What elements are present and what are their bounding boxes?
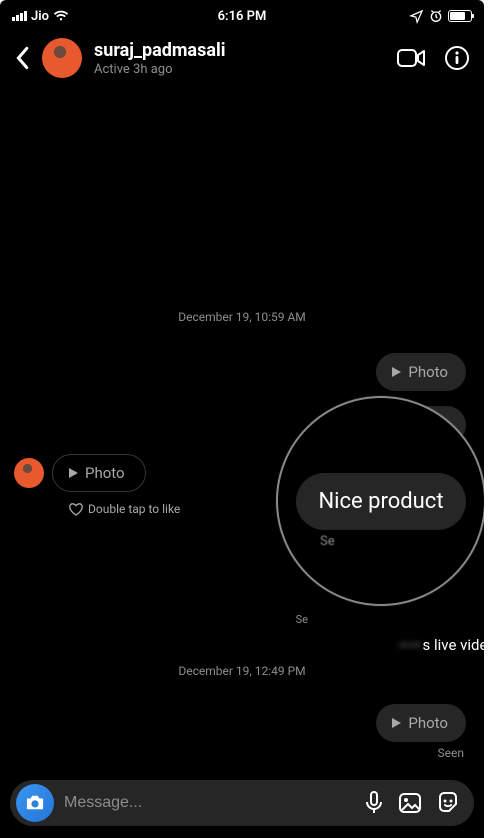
- image-icon: [398, 792, 422, 814]
- play-icon: [390, 366, 402, 378]
- back-button[interactable]: [14, 46, 30, 70]
- info-button[interactable]: [444, 45, 470, 71]
- heart-icon: [68, 502, 84, 516]
- alarm-icon: [428, 8, 444, 24]
- bubble-label: Photo: [408, 363, 448, 381]
- incoming-row: Photo: [14, 454, 146, 492]
- video-call-button[interactable]: [396, 47, 426, 69]
- incoming-photo-bubble[interactable]: Photo: [52, 454, 146, 492]
- play-icon: [390, 717, 402, 729]
- dm-screen: Jio 6:16 PM suraj_padmasali Active 3h ag…: [0, 0, 484, 838]
- camera-button[interactable]: [16, 784, 54, 822]
- seen-label: Seen: [438, 746, 464, 760]
- play-icon: [67, 467, 79, 479]
- wifi-icon: [53, 10, 69, 22]
- gallery-button[interactable]: [398, 792, 422, 814]
- camera-icon: [24, 794, 46, 812]
- magnified-seen: Se: [320, 534, 335, 549]
- user-info[interactable]: suraj_padmasali Active 3h ago: [94, 40, 384, 77]
- chat-header: suraj_padmasali Active 3h ago: [0, 28, 484, 92]
- message-composer: [10, 780, 474, 826]
- carrier-label: Jio: [31, 9, 49, 24]
- voice-button[interactable]: [364, 791, 384, 815]
- sender-avatar[interactable]: [14, 458, 44, 488]
- outgoing-photo-bubble[interactable]: Photo: [376, 704, 466, 742]
- seen-partial: Se: [296, 613, 308, 626]
- avatar[interactable]: [42, 38, 82, 78]
- message-input[interactable]: [64, 794, 354, 812]
- sticker-icon: [436, 791, 460, 815]
- clock: 6:16 PM: [218, 9, 267, 24]
- live-video-text: —— s live video: [398, 636, 484, 654]
- battery-icon: [448, 10, 472, 22]
- activity-status: Active 3h ago: [94, 62, 384, 77]
- username: suraj_padmasali: [94, 40, 384, 61]
- like-hint[interactable]: Double tap to like: [68, 502, 180, 516]
- timestamp: December 19, 10:59 AM: [0, 310, 484, 324]
- location-icon: [409, 9, 424, 24]
- sticker-button[interactable]: [436, 791, 460, 815]
- bubble-label: Photo: [85, 464, 125, 482]
- signal-icon: [12, 11, 27, 21]
- outgoing-photo-bubble[interactable]: Photo: [376, 353, 466, 391]
- status-bar: Jio 6:16 PM: [0, 0, 484, 28]
- mic-icon: [364, 791, 384, 815]
- timestamp: December 19, 12:49 PM: [0, 664, 484, 678]
- magnifier-overlay: Nice product Se: [276, 396, 484, 606]
- status-right: [409, 8, 472, 24]
- like-hint-text: Double tap to like: [88, 502, 180, 516]
- bubble-label: Photo: [408, 714, 448, 732]
- status-left: Jio: [12, 9, 69, 24]
- magnified-message-bubble: Nice product: [296, 473, 465, 530]
